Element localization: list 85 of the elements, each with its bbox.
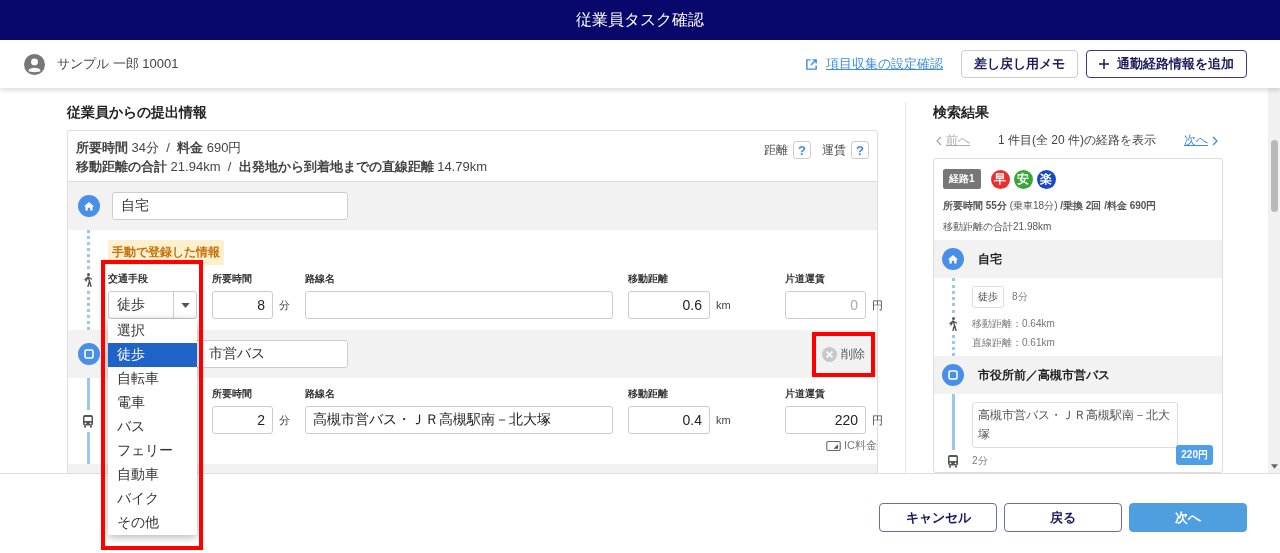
page-title: 従業員タスク確認 [576,9,704,30]
bus-icon [82,414,94,428]
help-button[interactable]: ? [793,141,811,159]
unit-label: 分 [279,412,290,428]
section-title: 従業員からの提出情報 [67,103,208,122]
unit-label: km [716,414,731,426]
dropdown-option[interactable]: その他 [108,511,197,535]
chevron-left-icon [936,135,942,146]
route-tag: 安 [1013,169,1033,189]
walking-person-icon [947,317,959,331]
chevron-right-icon [1212,135,1218,146]
card-icon [826,440,841,451]
summary-line: 移動距離の合計 21.94km / 出発地から到着地までの直線距離 14.79km [76,158,489,176]
dropdown-option[interactable]: 徒歩 [108,343,197,367]
field-label: 片道運賃 [785,273,825,285]
settings-link[interactable]: 項目収集の設定確認 [826,55,943,73]
input-field[interactable]: 高槻市営バス・ＪＲ高槻駅南－北大塚 [305,406,613,434]
unit-label: 円 [872,297,883,313]
help-label: 距離 [764,141,788,159]
field-label: 片道運賃 [785,388,825,400]
station-icon [942,364,964,386]
field-label: 路線名 [305,388,336,400]
input-field[interactable]: 8 [212,291,273,319]
field-label: 移動距離 [628,388,669,400]
user-avatar-icon [24,53,45,75]
unit-label: 円 [872,412,883,428]
field-label: 交通手段 [108,273,149,285]
help-button[interactable]: ? [851,141,869,159]
unit-label: km [716,299,731,311]
input-field[interactable]: 0.4 [628,406,710,434]
section-title: 検索結果 [933,103,990,122]
route-badge: 経路1 [943,169,981,189]
scroll-down-icon[interactable] [1270,464,1278,469]
footer-button[interactable]: キャンセル [879,503,997,532]
field-label: 所要時間 [212,273,253,285]
dropdown-option[interactable]: 自動車 [108,463,197,487]
home-icon [78,195,100,217]
input-field[interactable] [305,291,613,319]
route-tag: 早 [990,169,1010,189]
dropdown-option[interactable]: 電車 [108,391,197,415]
fare-badge: 220円 [1176,445,1213,465]
scrollbar[interactable] [1268,88,1280,473]
stop-name: 自宅 [978,250,1002,268]
add-route-button[interactable]: 通勤経路情報を追加 [1086,50,1247,78]
route-tag: 楽 [1036,169,1056,189]
route-distance: 移動距離の合計21.98km [943,220,1053,234]
dropdown-option[interactable]: フェリー [108,439,197,463]
location-field[interactable]: 自宅 [112,192,348,220]
detail-text: 直線距離：0.61km [972,336,1056,350]
dropdown-option[interactable]: 選択 [108,319,197,343]
caret-icon [180,302,190,308]
dropdown-option[interactable]: 自転車 [108,367,197,391]
external-link-icon [805,57,818,71]
input-field[interactable]: 0.6 [628,291,710,319]
plus-icon [1099,59,1109,69]
footer-button[interactable]: 戻る [1004,503,1122,532]
bus-icon [947,454,959,468]
result-count: 1 件目(全 20 件)の経路を表示 [998,132,1156,149]
duration-text: 8分 [1012,290,1028,304]
duration-text: 2分 [972,454,988,468]
field-label: 移動距離 [628,273,669,285]
stop-name: 市役所前／高槻市営バス [978,366,1110,384]
line-name-box: 高槻市営バス・ＪＲ高槻駅南－北大塚 [972,402,1178,448]
detail-text: 移動距離：0.64km [972,317,1056,331]
summary-line: 所要時間 34分 / 料金 690円 [76,139,243,157]
input-field[interactable]: 220 [785,406,866,434]
dropdown-option[interactable]: バイク [108,487,197,511]
mode-chip: 徒歩 [972,286,1004,308]
scrollbar-thumb[interactable] [1270,140,1278,212]
station-icon [78,343,100,365]
home-icon [942,248,964,270]
ic-fare-label: IC料金 [844,438,877,453]
select-field[interactable]: 徒歩 [108,291,197,319]
unit-label: 分 [279,297,290,313]
route-summary: 所要時間 55分 (乗車18分) /乗換 2回 /料金 690円 [943,199,1158,213]
next-link[interactable]: 次へ [1184,132,1218,149]
input-field[interactable]: 2 [212,406,273,434]
field-label: 路線名 [305,273,336,285]
user-name: サンプル 一郎 10001 [57,55,179,73]
close-icon [822,346,837,362]
dropdown-option[interactable]: バス [108,415,197,439]
help-label: 運賃 [822,141,846,159]
walking-person-icon [82,273,94,287]
memo-button[interactable]: 差し戻し用メモ [961,50,1078,78]
field-label: 所要時間 [212,388,253,400]
